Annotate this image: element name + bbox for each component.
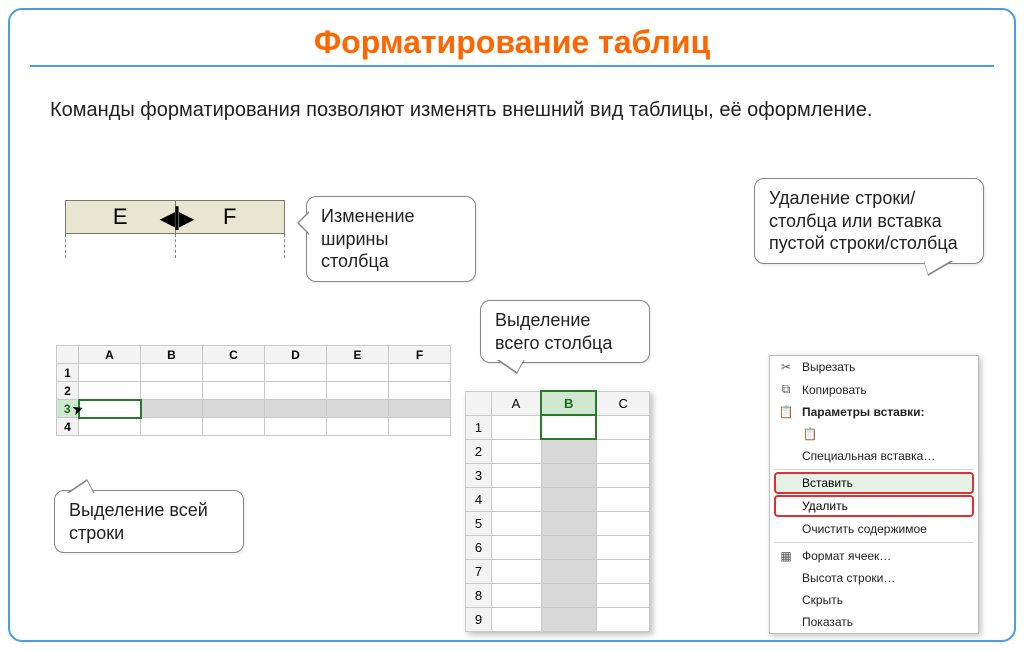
- menu-cut[interactable]: ✂ Вырезать: [770, 356, 978, 378]
- col-header: C: [596, 391, 649, 415]
- menu-label: Очистить содержимое: [802, 522, 927, 536]
- copy-icon: ⧉: [778, 382, 794, 397]
- figure-column-width: E F ◀┃▶: [65, 200, 285, 248]
- col-header: E: [327, 346, 389, 364]
- row-header: 8: [466, 583, 492, 607]
- callout-column-selection: Выделение всего столбца: [480, 300, 650, 363]
- col-header-F: F: [176, 201, 285, 233]
- col-header: A: [492, 391, 542, 415]
- slide: Форматирование таблиц Команды форматиров…: [8, 8, 1016, 642]
- menu-label: Специальная вставка…: [802, 449, 935, 463]
- page-title: Форматирование таблиц: [10, 24, 1014, 61]
- row-header: 6: [466, 535, 492, 559]
- menu-separator: [774, 469, 974, 470]
- menu-separator: [774, 542, 974, 543]
- row-header: 3: [466, 463, 492, 487]
- dashed-guides: [65, 234, 285, 258]
- menu-delete[interactable]: Удалить: [774, 495, 974, 517]
- menu-label: Удалить: [802, 499, 848, 513]
- scissors-icon: ✂: [778, 360, 794, 374]
- row-header: 2: [466, 439, 492, 463]
- menu-label: Параметры вставки:: [802, 405, 925, 419]
- row-header: 2: [57, 382, 79, 400]
- menu-insert[interactable]: Вставить: [774, 472, 974, 494]
- callout-column-width: Изменение ширины столбца: [306, 196, 476, 282]
- context-menu: ✂ Вырезать ⧉ Копировать 📋 Параметры вста…: [769, 355, 979, 634]
- clipboard-icon: 📋: [778, 405, 794, 419]
- figure-row-selection: A B C D E F 1 2 3 4 ➤: [56, 345, 451, 436]
- row-header: 5: [466, 511, 492, 535]
- menu-label: Скрыть: [802, 593, 843, 607]
- title-underline: [30, 65, 994, 67]
- callout-row-selection: Выделение всей строки: [54, 490, 244, 553]
- col-header: C: [203, 346, 265, 364]
- format-icon: ▦: [778, 549, 794, 563]
- row-header: 4: [57, 418, 79, 436]
- col-header: A: [79, 346, 141, 364]
- menu-label: Высота строки…: [802, 571, 895, 585]
- menu-hide[interactable]: Скрыть: [770, 589, 978, 611]
- menu-label: Вставить: [802, 476, 853, 490]
- menu-copy[interactable]: ⧉ Копировать: [770, 378, 978, 401]
- menu-format-cells[interactable]: ▦ Формат ячеек…: [770, 545, 978, 567]
- menu-label: Копировать: [802, 383, 867, 397]
- col-header: D: [265, 346, 327, 364]
- row-header: 9: [466, 607, 492, 631]
- menu-paste-options: 📋 Параметры вставки:: [770, 401, 978, 423]
- menu-label: Показать: [802, 615, 853, 629]
- menu-label: Формат ячеек…: [802, 549, 891, 563]
- menu-label: Вырезать: [802, 360, 855, 374]
- menu-paste-default[interactable]: 📋: [770, 423, 978, 445]
- menu-row-height[interactable]: Высота строки…: [770, 567, 978, 589]
- col-header: F: [389, 346, 451, 364]
- menu-paste-special[interactable]: Специальная вставка…: [770, 445, 978, 467]
- row-header: 7: [466, 559, 492, 583]
- menu-clear[interactable]: Очистить содержимое: [770, 518, 978, 540]
- col-header: B: [141, 346, 203, 364]
- row-header: 1: [57, 364, 79, 382]
- paste-icon: 📋: [802, 427, 818, 441]
- corner-cell: [57, 346, 79, 364]
- intro-text: Команды форматирования позволяют изменят…: [50, 97, 974, 124]
- menu-show[interactable]: Показать: [770, 611, 978, 633]
- callout-delete-insert: Удаление строки/столбца или вставка пуст…: [754, 178, 984, 264]
- row-header: 4: [466, 487, 492, 511]
- figure-column-selection: A B C 1 2 3 4 5 6 7 8 9: [465, 390, 650, 632]
- resize-arrows-icon: ◀┃▶: [160, 206, 191, 231]
- row-header: 1: [466, 415, 492, 439]
- corner-cell: [466, 391, 492, 415]
- col-header-selected: B: [541, 391, 596, 415]
